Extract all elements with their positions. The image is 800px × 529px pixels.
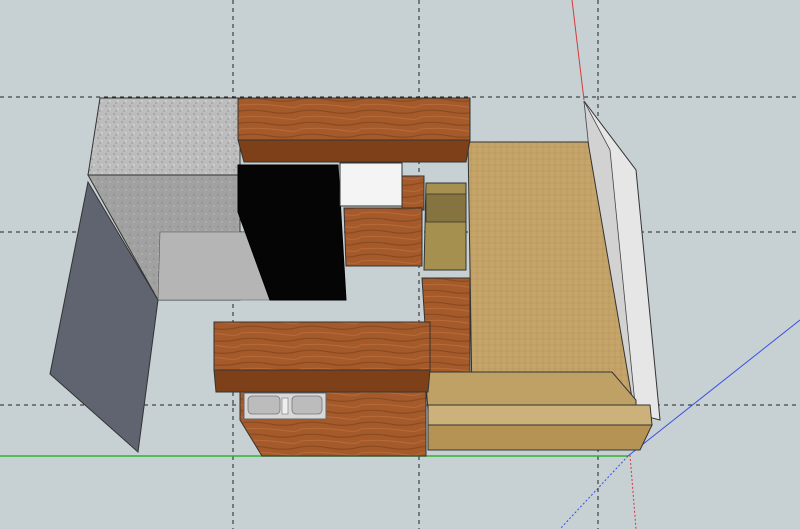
faucet-icon [281,397,289,415]
model-scene[interactable] [0,0,800,529]
red-axis [571,0,585,101]
white-block[interactable] [339,162,425,211]
sketchup-viewport[interactable] [0,0,800,529]
couch-back[interactable] [424,371,637,411]
red-axis-dotted [629,454,637,529]
front-counter[interactable] [213,321,431,393]
blue-axis-dotted [559,455,629,529]
upper-cabinet[interactable] [237,97,471,163]
kitchen-sink[interactable] [243,392,327,420]
